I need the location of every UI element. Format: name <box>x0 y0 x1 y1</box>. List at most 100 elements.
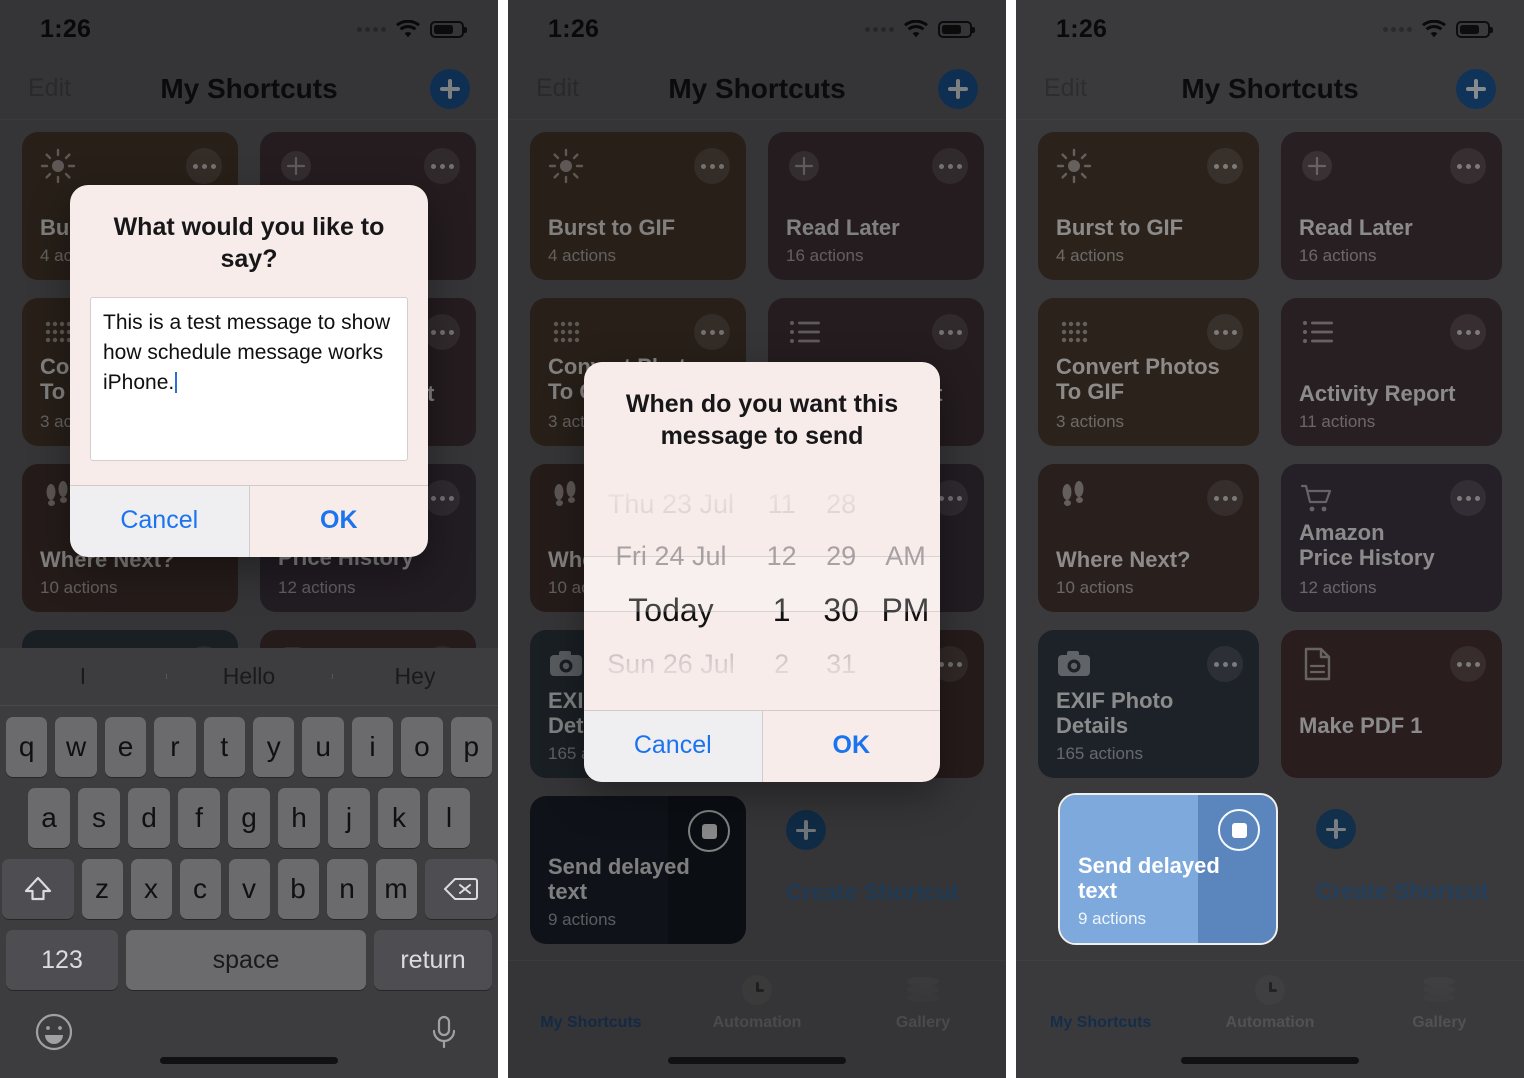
key-s[interactable]: s <box>78 788 120 848</box>
message-text-value: This is a test message to show how sched… <box>103 311 391 394</box>
return-key[interactable]: return <box>374 930 492 990</box>
backspace-icon[interactable] <box>424 859 497 919</box>
microphone-icon[interactable] <box>424 1012 464 1052</box>
picker-option-selected[interactable]: 30 <box>823 582 859 638</box>
shortcut-card-activity-report[interactable]: Activity Report 11 actions <box>1281 298 1502 446</box>
shortcut-card-where-next[interactable]: Where Next? 10 actions <box>1038 464 1259 612</box>
key-u[interactable]: u <box>302 717 344 777</box>
create-shortcut-wrapper: Create Shortcut <box>1298 795 1514 943</box>
picker-option[interactable]: 29 <box>826 530 856 582</box>
picker-option[interactable]: AM <box>885 530 926 582</box>
key-v[interactable]: v <box>228 859 270 919</box>
phone-panel-1: 1:26 Edit My Shortcuts Burst to GIF 4 ac… <box>0 0 498 1078</box>
key-i[interactable]: i <box>351 717 394 777</box>
card-options-button[interactable] <box>1207 148 1243 184</box>
key-o[interactable]: o <box>401 717 443 777</box>
add-shortcut-button[interactable] <box>1456 68 1496 109</box>
shortcut-card-amazon-price-history[interactable]: Amazon Price History 12 actions <box>1281 464 1502 612</box>
message-text-input[interactable]: This is a test message to show how sched… <box>90 297 408 461</box>
picker-option-selected[interactable]: Today <box>622 582 713 638</box>
clock-icon <box>1253 975 1287 1005</box>
picker-option[interactable]: 12 <box>767 530 797 582</box>
tab-label: Gallery <box>1412 1014 1467 1031</box>
key-e[interactable]: e <box>104 717 147 777</box>
suggestion-2[interactable]: Hey <box>332 663 498 690</box>
picker-option[interactable]: Sun 26 Jul <box>601 638 735 686</box>
shortcut-card-burst-to-gif[interactable]: Burst to GIF 4 actions <box>1038 132 1259 280</box>
emoji-icon[interactable] <box>34 1012 74 1052</box>
sun-icon <box>1056 148 1092 184</box>
edit-button[interactable]: Edit <box>1044 74 1087 103</box>
shortcut-card-make-pdf-1[interactable]: Make PDF 1 <box>1281 630 1502 778</box>
key-l[interactable]: l <box>428 788 470 848</box>
create-shortcut-card[interactable]: Create Shortcut <box>1298 795 1514 943</box>
card-options-button[interactable] <box>1450 480 1486 516</box>
card-options-button[interactable] <box>1450 148 1486 184</box>
picker-option[interactable]: 28 <box>826 478 856 530</box>
key-q[interactable]: q <box>5 717 48 777</box>
key-p[interactable]: p <box>450 717 493 777</box>
key-g[interactable]: g <box>228 788 270 848</box>
picker-option-selected[interactable]: PM <box>881 582 929 638</box>
picker-column-period[interactable]: AM PM <box>871 478 940 686</box>
key-b[interactable]: b <box>277 859 319 919</box>
card-options-button[interactable] <box>1450 646 1486 682</box>
key-j[interactable]: j <box>328 788 370 848</box>
key-w[interactable]: w <box>55 717 97 777</box>
shortcut-card-convert-photos-to-gif[interactable]: Convert Photos To GIF 3 actions <box>1038 298 1259 446</box>
card-options-button[interactable] <box>1450 314 1486 350</box>
keyboard-row-3: z x c v b n m <box>0 859 498 919</box>
shortcut-card-read-later[interactable]: Read Later 16 actions <box>1281 132 1502 280</box>
key-k[interactable]: k <box>378 788 420 848</box>
picker-column-minute[interactable]: 28 29 30 31 32 <box>811 478 871 686</box>
picker-option[interactable]: 11 <box>768 478 796 530</box>
shortcut-card-exif-photo-details[interactable]: EXIF Photo Details 165 actions <box>1038 630 1259 778</box>
tab-my-shortcuts[interactable]: My Shortcuts <box>1016 975 1185 1032</box>
key-y[interactable]: y <box>253 717 295 777</box>
card-title: Amazon Price History <box>1299 519 1435 570</box>
stop-button-icon[interactable] <box>1218 809 1260 851</box>
picker-option[interactable]: Fri 24 Jul <box>609 530 726 582</box>
card-title: Convert Photos To GIF <box>1056 353 1220 404</box>
card-options-button[interactable] <box>1207 646 1243 682</box>
picker-column-date[interactable]: Thu 23 Jul Fri 24 Jul Today Sun 26 Jul M… <box>584 478 752 686</box>
numbers-key[interactable]: 123 <box>6 930 118 990</box>
picker-option-selected[interactable]: 1 <box>773 582 791 638</box>
key-x[interactable]: x <box>130 859 172 919</box>
datetime-picker[interactable]: Thu 23 Jul Fri 24 Jul Today Sun 26 Jul M… <box>584 478 940 686</box>
screenshot-stage: 1:26 Edit My Shortcuts Burst to GIF 4 ac… <box>0 0 1524 1078</box>
ok-button[interactable]: OK <box>763 711 941 782</box>
space-key[interactable]: space <box>126 930 366 990</box>
key-f[interactable]: f <box>178 788 220 848</box>
suggestion-1[interactable]: Hello <box>166 663 332 690</box>
picker-option[interactable]: 31 <box>826 638 856 686</box>
picker-option[interactable]: 2 <box>774 638 789 686</box>
cancel-button[interactable]: Cancel <box>584 711 763 782</box>
card-options-button[interactable] <box>1207 314 1243 350</box>
keyboard-row-4: 123 space return <box>0 930 498 990</box>
picker-option[interactable]: Thu 23 Jul <box>602 478 734 530</box>
key-m[interactable]: m <box>375 859 417 919</box>
key-c[interactable]: c <box>179 859 221 919</box>
key-h[interactable]: h <box>278 788 320 848</box>
home-indicator <box>160 1057 338 1064</box>
tab-automation[interactable]: Automation <box>1185 975 1354 1032</box>
shortcut-card-send-delayed-text[interactable]: Send delayed text 9 actions <box>1058 793 1278 945</box>
ok-button[interactable]: OK <box>250 486 429 557</box>
key-d[interactable]: d <box>128 788 170 848</box>
card-options-button[interactable] <box>1207 480 1243 516</box>
card-title: Burst to GIF <box>1056 214 1184 240</box>
tab-gallery[interactable]: Gallery <box>1355 975 1524 1032</box>
home-indicator <box>668 1057 846 1064</box>
suggestion-0[interactable]: I <box>0 663 166 690</box>
key-z[interactable]: z <box>81 859 123 919</box>
key-t[interactable]: t <box>203 717 245 777</box>
cart-icon <box>1299 480 1335 516</box>
picker-column-hour[interactable]: 11 12 1 2 3 <box>752 478 811 686</box>
key-a[interactable]: a <box>28 788 70 848</box>
shift-icon[interactable] <box>1 859 74 919</box>
key-r[interactable]: r <box>154 717 196 777</box>
key-n[interactable]: n <box>326 859 368 919</box>
plus-circle-icon <box>1299 148 1335 184</box>
cancel-button[interactable]: Cancel <box>70 486 250 557</box>
